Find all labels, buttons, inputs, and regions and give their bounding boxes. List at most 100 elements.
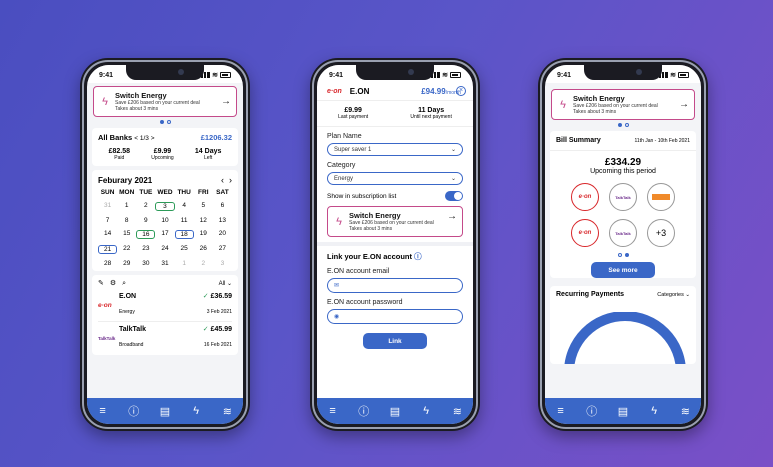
list-icon[interactable]: ▤: [154, 405, 176, 418]
list-icon[interactable]: ▤: [384, 405, 406, 418]
more-providers[interactable]: +3: [647, 219, 675, 247]
calendar-day[interactable]: 13: [213, 217, 232, 224]
calendar-day[interactable]: 15: [117, 230, 136, 239]
dot[interactable]: [624, 123, 629, 127]
wifi-icon[interactable]: ≋: [216, 405, 238, 418]
wifi-icon[interactable]: ≋: [674, 405, 696, 418]
close-icon[interactable]: ×: [456, 86, 466, 96]
banks-pager[interactable]: < 1/3 >: [134, 135, 154, 142]
settings-icon[interactable]: ⚙: [110, 280, 122, 287]
carousel-dots: [545, 123, 701, 127]
info-icon[interactable]: ⓘ: [123, 403, 145, 419]
calendar-day[interactable]: 4: [175, 202, 194, 211]
calendar-day[interactable]: 2: [136, 202, 155, 211]
calendar-day[interactable]: 19: [194, 230, 213, 239]
calendar-day[interactable]: 25: [175, 245, 194, 254]
calendar-day[interactable]: 5: [194, 202, 213, 211]
calendar-day-today[interactable]: 18: [174, 230, 194, 239]
switch-energy-banner[interactable]: ϟ Switch Energy Save £206 based on your c…: [93, 86, 237, 117]
show-in-list-toggle[interactable]: [445, 191, 463, 201]
eon-logo[interactable]: e·on: [571, 183, 599, 211]
calendar-day-upcoming[interactable]: 21: [98, 245, 118, 254]
calendar-day[interactable]: 2: [194, 260, 213, 267]
recurring-donut-chart: [564, 312, 686, 364]
menu-icon[interactable]: ≡: [550, 405, 572, 417]
arrow-right-icon[interactable]: →: [221, 96, 231, 107]
talktalk-logo[interactable]: TalkTalk: [609, 183, 637, 211]
link-button[interactable]: Link: [363, 333, 427, 349]
eon-logo[interactable]: e·on: [571, 219, 599, 247]
calendar-day[interactable]: 31: [155, 260, 174, 267]
calendar-day[interactable]: 24: [155, 245, 174, 254]
password-field[interactable]: ◉: [327, 309, 463, 324]
calendar-day[interactable]: 1: [117, 202, 136, 211]
edit-icon[interactable]: ✎: [98, 280, 110, 287]
category-select[interactable]: Energy ⌄: [327, 172, 463, 185]
bolt-icon[interactable]: ϟ: [185, 405, 207, 417]
calendar-day[interactable]: 31: [98, 202, 117, 211]
dot-active[interactable]: [624, 253, 629, 257]
dot-active[interactable]: [159, 120, 164, 124]
calendar-day[interactable]: 10: [155, 217, 174, 224]
talktalk-logo[interactable]: TalkTalk: [609, 219, 637, 247]
next-month-icon[interactable]: ›: [229, 175, 232, 185]
calendar-day[interactable]: 12: [194, 217, 213, 224]
info-icon[interactable]: ⓘ: [581, 403, 603, 419]
bolt-icon: ϟ: [102, 95, 108, 108]
transaction-row[interactable]: e·on E.ON Energy ✓ £36.59 3 Feb 2021: [98, 292, 232, 322]
bolt-icon[interactable]: ϟ: [415, 405, 437, 417]
calendar-day[interactable]: 3: [213, 260, 232, 267]
switch-energy-banner[interactable]: ϟ Switch Energy Save £206 based on your c…: [327, 206, 463, 237]
tx-category: Energy: [119, 308, 135, 315]
prev-month-icon[interactable]: ‹: [221, 175, 224, 185]
calendar-day[interactable]: 22: [117, 245, 136, 254]
provider-logo[interactable]: [647, 183, 675, 211]
banner-line2: Takes about 3 mins: [349, 226, 393, 232]
see-more-button[interactable]: See more: [591, 262, 655, 278]
calendar-day[interactable]: 6: [213, 202, 232, 211]
list-icon[interactable]: ▤: [612, 405, 634, 418]
calendar-day[interactable]: 29: [117, 260, 136, 267]
bolt-icon[interactable]: ϟ: [643, 405, 665, 417]
provider-price: £94.99: [421, 87, 446, 96]
calendar-day[interactable]: 11: [175, 217, 194, 224]
calendar-day[interactable]: 30: [136, 260, 155, 267]
email-field[interactable]: ✉: [327, 278, 463, 293]
arrow-right-icon[interactable]: →: [447, 211, 457, 222]
search-icon[interactable]: ⌕: [122, 280, 132, 287]
stat-upcoming-value: £9.99: [153, 148, 172, 155]
arrow-right-icon[interactable]: →: [679, 99, 689, 110]
calendar-day[interactable]: 28: [98, 260, 117, 267]
help-icon[interactable]: ⓘ: [414, 252, 422, 261]
tx-amount: £45.99: [210, 326, 232, 333]
menu-icon[interactable]: ≡: [322, 405, 344, 417]
dot[interactable]: [617, 253, 622, 257]
calendar-day-payment[interactable]: 3: [155, 202, 175, 211]
info-icon[interactable]: ⓘ: [353, 403, 375, 419]
category-value: Energy: [334, 175, 354, 182]
switch-energy-banner[interactable]: ϟ Switch Energy Save £206 based on your c…: [551, 89, 695, 120]
calendar-day[interactable]: 26: [194, 245, 213, 254]
calendar-day[interactable]: 9: [136, 217, 155, 224]
day-header: THU: [177, 189, 191, 196]
calendar-day-payment[interactable]: 16: [136, 230, 156, 239]
wifi-icon[interactable]: ≋: [446, 405, 468, 418]
plan-name-select[interactable]: Super saver 1 ⌄: [327, 143, 463, 156]
bill-amount: £334.29: [604, 157, 642, 168]
recurring-title: Recurring Payments: [556, 291, 625, 298]
calendar-day[interactable]: 17: [155, 230, 174, 239]
calendar-day[interactable]: 1: [175, 260, 194, 267]
clock: 9:41: [329, 71, 344, 79]
calendar-day[interactable]: 20: [213, 230, 232, 239]
filter-dropdown[interactable]: All ⌄: [219, 280, 232, 287]
calendar-day[interactable]: 23: [136, 245, 155, 254]
categories-dropdown[interactable]: Categories ⌄: [657, 292, 690, 298]
dot-active[interactable]: [617, 123, 622, 127]
calendar-day[interactable]: 8: [117, 217, 136, 224]
calendar-day[interactable]: 7: [98, 217, 117, 224]
transaction-row[interactable]: TalkTalk TalkTalk Broadband ✓ £45.99 16 Feb…: [98, 322, 232, 351]
menu-icon[interactable]: ≡: [92, 405, 114, 417]
calendar-day[interactable]: 14: [98, 230, 117, 239]
calendar-day[interactable]: 27: [213, 245, 232, 254]
dot[interactable]: [166, 120, 171, 124]
